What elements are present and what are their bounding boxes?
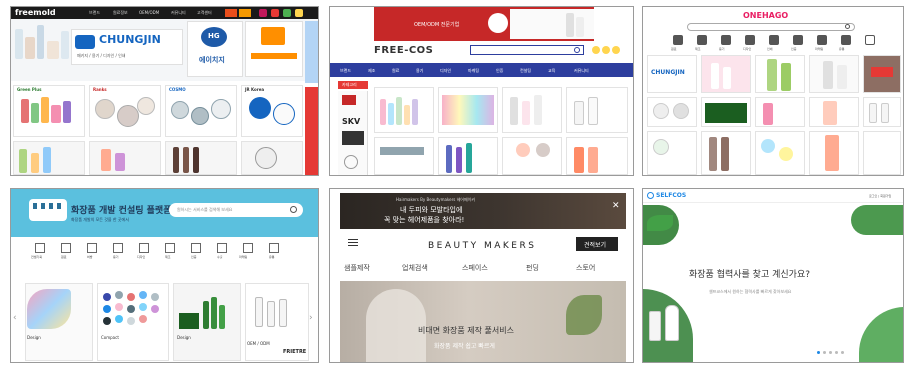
hg-caption: 에이치지	[199, 56, 225, 64]
carousel-dot[interactable]	[817, 351, 820, 354]
freecos-screenshot: OEM/ODM 전문기업 FREE-COS 브랜드 제조 원료 용기 디자인 마…	[329, 6, 634, 176]
search-input[interactable]	[687, 23, 855, 31]
nav-badge[interactable]	[239, 9, 251, 17]
banner-text: OEM/ODM 전문기업	[414, 22, 460, 28]
db-logo-icon	[488, 13, 508, 33]
category-icon[interactable]	[865, 35, 875, 45]
carousel-dot[interactable]	[835, 351, 838, 354]
tab-sample[interactable]: 샘플제작	[344, 263, 370, 273]
category-icon[interactable]	[217, 243, 227, 253]
category-icon[interactable]	[793, 35, 803, 45]
naver-icon[interactable]	[283, 9, 291, 17]
category-icon[interactable]	[113, 243, 123, 253]
selfcos-logo-icon	[647, 192, 654, 199]
category-icon[interactable]	[673, 35, 683, 45]
freemold-screenshot: freemold 브랜드 원료정보 OEM/ODM 커뮤니티 고객센터 CHUN…	[10, 6, 319, 176]
category-icon[interactable]	[269, 243, 279, 253]
hamburger-icon[interactable]	[348, 239, 358, 240]
skv-logo[interactable]: SKV	[342, 117, 360, 126]
chungjin-logo-icon	[75, 35, 95, 49]
nav-item-5[interactable]: 고객센터	[197, 10, 212, 16]
freemold-logo[interactable]: freemold	[15, 8, 56, 17]
consulting-platform-screenshot: 화장품 개발 컨설팅 플랫폼 화장품 개발의 모든 것을 한 곳에서 원하시는 …	[10, 188, 319, 363]
tab-search[interactable]: 업체검색	[402, 263, 428, 273]
instagram-icon[interactable]	[259, 9, 267, 17]
category-icon[interactable]	[721, 35, 731, 45]
kakao-icon[interactable]	[295, 9, 303, 17]
tab-space[interactable]: 스페이스	[462, 263, 488, 273]
page-title: 화장품 개발 컨설팅 플랫폼	[71, 206, 172, 216]
search-icon[interactable]	[290, 206, 297, 213]
nav-item-4[interactable]: 커뮤니티	[171, 10, 186, 16]
hair-ad-banner[interactable]	[340, 193, 626, 229]
category-icon[interactable]	[697, 35, 707, 45]
category-icon[interactable]	[61, 243, 71, 253]
login-link[interactable]: 로그인 | 회원가입	[869, 194, 891, 198]
brand-logo: FRIETRE	[283, 349, 307, 355]
screenshot-grid: freemold 브랜드 원료정보 OEM/ODM 커뮤니티 고객센터 CHUN…	[0, 0, 906, 367]
tab-store[interactable]: 스토어	[576, 263, 595, 273]
category-icon[interactable]	[87, 243, 97, 253]
hero-subtitle: 화장품 제작 쉽고 빠르게	[434, 343, 495, 350]
selfcos-screenshot: SELFCOS 로그인 | 회원가입 화장품 협력사를 찾고 계신가요? 셀프코…	[642, 188, 904, 363]
carousel-prev-icon[interactable]: ‹	[13, 313, 17, 323]
onehago-screenshot: ONEHAGO 원료 제조 용기 디자인 인쇄 인증 마케팅 유통 CHUNGJ…	[642, 6, 904, 176]
brand-name: CHUNGJIN	[99, 33, 161, 46]
nav-badge[interactable]	[225, 9, 237, 17]
beautymakers-logo[interactable]: BEAUTY MAKERS	[428, 241, 536, 251]
nav-item-2[interactable]: 원료정보	[113, 10, 128, 16]
category-icon[interactable]	[817, 35, 827, 45]
category-icon[interactable]	[243, 243, 253, 253]
hero-title: 비대면 화장품 제작 풀서비스	[418, 326, 514, 335]
category-icon[interactable]	[165, 243, 175, 253]
brand-desc: 패키지 / 용기 / 디자인 / 인쇄	[77, 53, 126, 58]
youtube-icon[interactable]	[271, 9, 279, 17]
partner-logo-icon	[261, 27, 285, 45]
selfcos-logo[interactable]: SELFCOS	[656, 192, 686, 199]
close-icon[interactable]: ✕	[612, 201, 620, 211]
carousel-next-icon[interactable]: ›	[309, 313, 313, 323]
search-input[interactable]	[470, 45, 584, 55]
category-icon[interactable]	[139, 243, 149, 253]
search-icon[interactable]	[845, 24, 850, 29]
carousel-dot[interactable]	[841, 351, 844, 354]
page-subtitle: 화장품 개발의 모든 것을 한 곳에서	[71, 217, 129, 222]
beautymakers-screenshot: Hairmakers By Beautymakers 헤어메이커 내 두피와 모…	[329, 188, 634, 363]
carousel-dot[interactable]	[823, 351, 826, 354]
nav-item-1[interactable]: 브랜드	[89, 10, 100, 16]
category-icon[interactable]	[745, 35, 755, 45]
nav-item-3[interactable]: OEM/ODM	[139, 10, 159, 15]
freecos-logo[interactable]: FREE-COS	[374, 45, 433, 56]
category-icon[interactable]	[841, 35, 851, 45]
headline: 화장품 협력사를 찾고 계신가요?	[689, 270, 811, 280]
carousel-dot[interactable]	[829, 351, 832, 354]
category-icon[interactable]	[769, 35, 779, 45]
search-icon[interactable]	[574, 47, 580, 53]
subheadline: 셀프코스에서 원하는 협력사를 빠르게 찾아보세요	[709, 289, 792, 294]
category-icon[interactable]	[35, 243, 45, 253]
hg-label: HG	[208, 32, 220, 40]
onehago-logo[interactable]: ONEHAGO	[743, 11, 788, 20]
category-icon[interactable]	[191, 243, 201, 253]
tab-funding[interactable]: 펀딩	[526, 263, 539, 273]
